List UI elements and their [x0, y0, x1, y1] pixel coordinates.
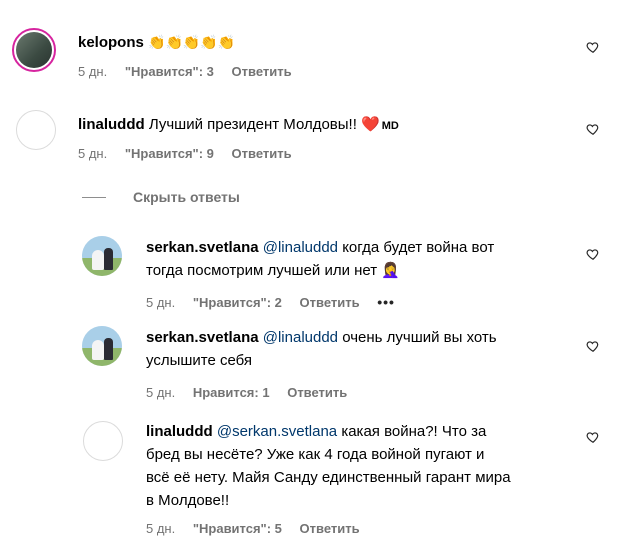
comment-meta: 5 дн. "Нравится": 3 Ответить	[78, 64, 306, 79]
avatar[interactable]	[16, 110, 56, 150]
comment-text: 👏👏👏👏👏	[148, 34, 236, 50]
reply-button[interactable]: Ответить	[232, 64, 292, 79]
avatar[interactable]	[83, 421, 123, 461]
avatar[interactable]	[12, 28, 56, 72]
flag-text: MD	[381, 120, 399, 132]
username[interactable]: serkan.svetlana	[146, 329, 259, 346]
hide-replies-button[interactable]: Скрыть ответы	[133, 189, 240, 205]
comment-text: Лучший президент Молдовы!! ❤️	[148, 116, 380, 133]
comment-text-line: в Молдове!!	[146, 492, 230, 509]
username[interactable]: linaluddd	[78, 116, 145, 133]
likes-count[interactable]: "Нравится": 2	[193, 295, 282, 310]
like-heart-icon[interactable]	[586, 122, 600, 136]
likes-count[interactable]: "Нравится": 9	[125, 146, 214, 161]
like-heart-icon[interactable]	[586, 40, 600, 54]
timestamp[interactable]: 5 дн.	[146, 521, 175, 536]
comment-meta: 5 дн. "Нравится": 9 Ответить	[78, 146, 306, 161]
username[interactable]: kelopons	[78, 34, 144, 51]
mention-link[interactable]: @linaluddd	[263, 239, 338, 256]
comment-meta: 5 дн. "Нравится": 5 Ответить	[146, 521, 374, 536]
like-heart-icon[interactable]	[586, 430, 600, 444]
reply-button[interactable]: Ответить	[300, 295, 360, 310]
comment-body: linaluddd @serkan.svetlana какая война?!…	[146, 420, 511, 512]
comment-text-line: услышите себя	[146, 352, 253, 369]
reply-button[interactable]: Ответить	[300, 521, 360, 536]
avatar[interactable]	[82, 326, 122, 366]
timestamp[interactable]: 5 дн.	[78, 146, 107, 161]
likes-count[interactable]: Нравится: 1	[193, 385, 270, 400]
comment-body: linaluddd Лучший президент Молдовы!! ❤️ M…	[78, 113, 399, 138]
username[interactable]: serkan.svetlana	[146, 239, 259, 256]
comment-body: serkan.svetlana @linaluddd очень лучший …	[146, 326, 497, 372]
mention-link[interactable]: @serkan.svetlana	[217, 423, 337, 440]
username[interactable]: linaluddd	[146, 423, 213, 440]
comment-text-line: бред вы несёте? Уже как 4 года войной пу…	[146, 446, 485, 463]
comment-text-line: когда будет война вот	[342, 239, 495, 256]
comment-text-line: очень лучший вы хоть	[342, 329, 497, 346]
hide-replies-line	[82, 197, 106, 198]
comment-body: serkan.svetlana @linaluddd когда будет в…	[146, 236, 494, 282]
reply-button[interactable]: Ответить	[232, 146, 292, 161]
comment-text-line: всё её нету. Майя Санду единственный гар…	[146, 469, 511, 486]
like-heart-icon[interactable]	[586, 247, 600, 261]
timestamp[interactable]: 5 дн.	[146, 385, 175, 400]
timestamp[interactable]: 5 дн.	[146, 295, 175, 310]
like-heart-icon[interactable]	[586, 339, 600, 353]
mention-link[interactable]: @linaluddd	[263, 329, 338, 346]
likes-count[interactable]: "Нравится": 5	[193, 521, 282, 536]
comment-body: kelopons 👏👏👏👏👏	[78, 31, 235, 54]
comment-meta: 5 дн. Нравится: 1 Ответить	[146, 385, 361, 400]
reply-button[interactable]: Ответить	[287, 385, 347, 400]
likes-count[interactable]: "Нравится": 3	[125, 64, 214, 79]
more-options-icon[interactable]: •••	[377, 294, 395, 310]
timestamp[interactable]: 5 дн.	[78, 64, 107, 79]
comment-text-line: тогда посмотрим лучшей или нет 🤦‍♀️	[146, 262, 400, 279]
comment-text-line: какая война?! Что за	[341, 423, 487, 440]
comment-meta: 5 дн. "Нравится": 2 Ответить •••	[146, 294, 409, 310]
avatar[interactable]	[82, 236, 122, 276]
